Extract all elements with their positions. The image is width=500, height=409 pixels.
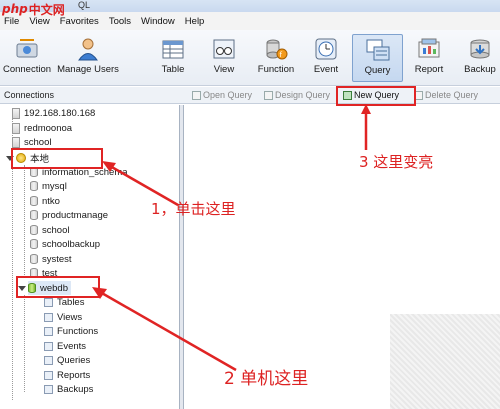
- annotation-step-3: 3 这里变亮: [359, 153, 434, 171]
- annotation-step-1: 1，单击这里: [151, 200, 236, 218]
- arrowhead-new-query: [361, 104, 371, 114]
- watermark-cn: 中文网: [28, 2, 65, 17]
- watermark-logo: php 中文网: [2, 0, 65, 18]
- arrowhead-webdb: [92, 287, 107, 299]
- arrow-to-webdb: [99, 290, 237, 372]
- watermark-php: php: [2, 2, 28, 16]
- annotation-step-2: 2 单机这里: [224, 369, 309, 389]
- annotation-arrows: [92, 104, 371, 372]
- arrowhead-local: [102, 161, 116, 172]
